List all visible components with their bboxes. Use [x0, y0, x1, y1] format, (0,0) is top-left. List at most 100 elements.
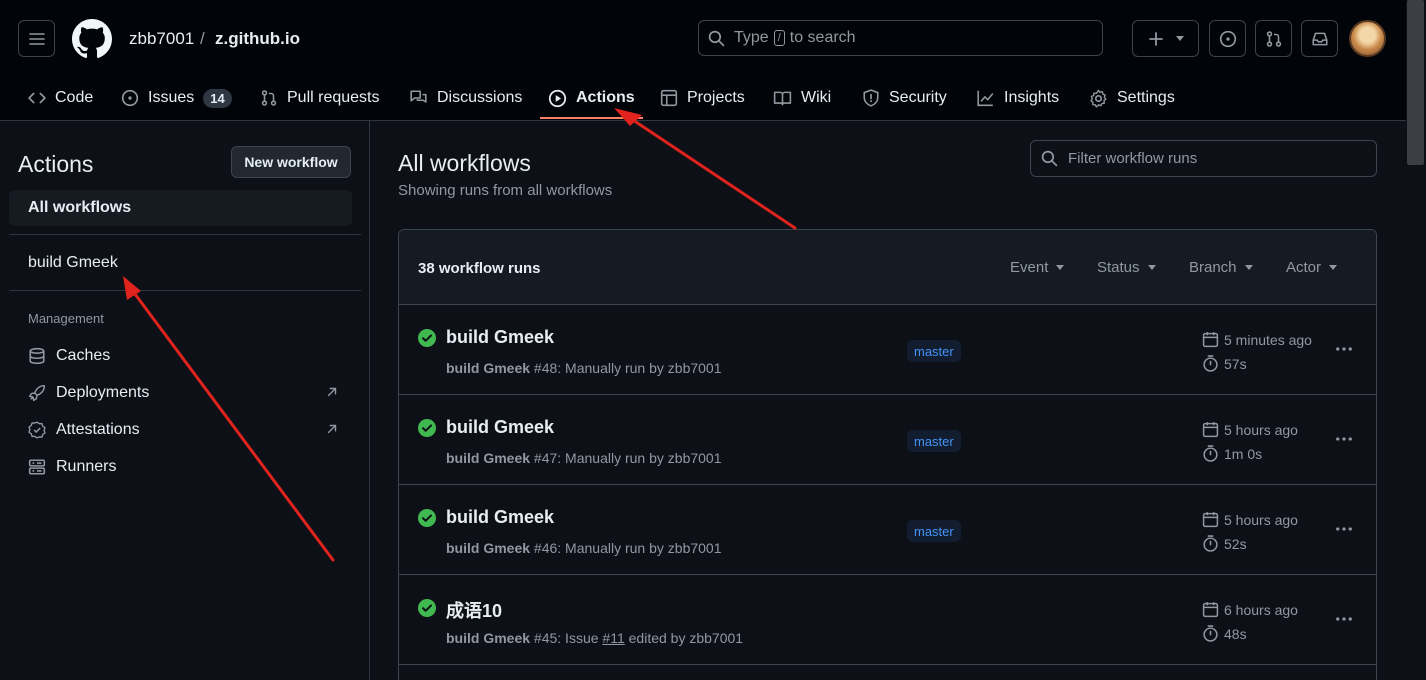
filter-placeholder: Filter workflow runs: [1068, 150, 1198, 167]
dropdown-label: Actor: [1286, 259, 1322, 276]
management-heading: Management: [28, 311, 104, 326]
issue-opened-icon: [121, 89, 139, 107]
tab-insights[interactable]: Insights: [976, 76, 1059, 120]
sidebar-divider: [9, 290, 361, 291]
top-header: zbb7001 / z.github.io Type / to search C…: [0, 0, 1426, 121]
search-suffix: to search: [789, 29, 856, 46]
branch-filter-dropdown[interactable]: Branch: [1189, 259, 1253, 276]
actor-filter-dropdown[interactable]: Actor: [1286, 259, 1338, 276]
sidebar-title: Actions: [18, 151, 94, 177]
run-time-text: 5 minutes ago: [1224, 331, 1312, 348]
run-workflow-name: build Gmeek: [446, 360, 531, 376]
run-title[interactable]: build Gmeek: [446, 507, 554, 528]
branch-badge[interactable]: master: [907, 430, 961, 452]
run-title[interactable]: 成语10: [446, 597, 502, 623]
inbox-icon: [1311, 32, 1328, 45]
kebab-horizontal-icon[interactable]: [1334, 519, 1354, 539]
run-duration: 57s: [1202, 355, 1247, 372]
hamburger-icon: [28, 32, 45, 45]
sidebar-item-label: Caches: [56, 347, 111, 364]
kebab-horizontal-icon[interactable]: [1334, 429, 1354, 449]
github-logo-icon[interactable]: [72, 19, 112, 59]
runs-count: 38 workflow runs: [418, 260, 541, 277]
search-icon: [708, 30, 725, 46]
run-duration: 1m 0s: [1202, 445, 1262, 462]
tab-projects[interactable]: Projects: [660, 76, 745, 120]
tab-wiki[interactable]: Wiki: [773, 76, 831, 120]
book-icon: [773, 91, 792, 106]
run-description: build Gmeek #47: Manually run by zbb7001: [446, 450, 722, 466]
breadcrumb-owner[interactable]: zbb7001: [129, 29, 194, 49]
run-workflow-name: build Gmeek: [446, 450, 531, 466]
repo-tabs: Code Issues 14 Pull requests Discussions…: [0, 76, 1426, 120]
workflow-run-row[interactable]: 成语10 build Gmeek #45: Issue #11 edited b…: [399, 575, 1376, 665]
global-search-input[interactable]: Type / to search: [698, 20, 1103, 56]
branch-badge[interactable]: master: [907, 520, 961, 542]
check-circle-fill-icon: [418, 599, 436, 617]
tab-pull-requests[interactable]: Pull requests: [260, 76, 380, 120]
new-workflow-button[interactable]: New workflow: [231, 146, 351, 178]
comment-discussion-icon: [410, 90, 427, 103]
check-circle-fill-icon: [418, 419, 436, 437]
workflow-run-row[interactable]: build Gmeek build Gmeek #47: Manually ru…: [399, 395, 1376, 485]
stopwatch-icon: [1203, 355, 1218, 372]
run-duration-text: 57s: [1224, 355, 1247, 372]
annotation-arrow-actions-tab: [614, 108, 797, 230]
create-new-button[interactable]: [1132, 20, 1199, 57]
sidebar-item-runners[interactable]: Runners: [28, 452, 343, 482]
run-workflow-name: build Gmeek: [446, 630, 531, 646]
search-prefix: Type: [734, 29, 769, 46]
shield-icon: [863, 89, 879, 107]
tab-security[interactable]: Security: [862, 76, 947, 120]
sidebar-item-attestations[interactable]: Attestations: [28, 415, 343, 445]
run-time: 5 hours ago: [1202, 511, 1298, 528]
run-duration: 52s: [1202, 535, 1247, 552]
tab-actions[interactable]: Actions: [548, 76, 635, 120]
stopwatch-icon: [1203, 535, 1218, 552]
sidebar-item-build-gmeek[interactable]: build Gmeek: [9, 245, 352, 281]
run-duration-text: 52s: [1224, 535, 1247, 552]
pull-requests-button[interactable]: [1255, 20, 1292, 57]
page-scrollbar-thumb[interactable]: [1407, 0, 1424, 165]
sidebar-item-deployments[interactable]: Deployments: [28, 378, 343, 408]
tab-discussions[interactable]: Discussions: [409, 76, 522, 120]
inbox-button[interactable]: [1301, 20, 1338, 57]
calendar-icon: [1202, 602, 1219, 618]
run-time: 5 hours ago: [1202, 421, 1298, 438]
filter-runs-input[interactable]: Filter workflow runs: [1030, 140, 1377, 177]
workflow-run-row[interactable]: build Gmeek build Gmeek #48: Manually ru…: [399, 305, 1376, 395]
run-time: 6 hours ago: [1202, 601, 1298, 618]
git-pull-request-icon: [1266, 30, 1281, 47]
workflow-run-row[interactable]: build Gmeek build Gmeek #46: Manually ru…: [399, 485, 1376, 575]
kebab-horizontal-icon[interactable]: [1334, 339, 1354, 359]
run-title[interactable]: build Gmeek: [446, 327, 554, 348]
runs-list-header: 38 workflow runs Event Status Branch Act…: [399, 230, 1376, 305]
branch-badge[interactable]: master: [907, 340, 961, 362]
tab-settings[interactable]: Settings: [1089, 76, 1175, 120]
chevron-down-icon: [1056, 265, 1065, 270]
breadcrumb-repo[interactable]: z.github.io: [215, 29, 300, 49]
run-detail: #45: Issue: [533, 630, 599, 646]
run-description: build Gmeek #48: Manually run by zbb7001: [446, 360, 722, 376]
status-filter-dropdown[interactable]: Status: [1097, 259, 1156, 276]
graph-icon: [977, 90, 994, 107]
gear-icon: [1090, 89, 1107, 108]
user-avatar[interactable]: [1349, 20, 1386, 57]
run-time-text: 5 hours ago: [1224, 511, 1298, 528]
page-title: All workflows: [398, 150, 531, 176]
kebab-horizontal-icon[interactable]: [1334, 609, 1354, 629]
issue-link[interactable]: #11: [602, 630, 624, 646]
calendar-icon: [1202, 422, 1219, 438]
sidebar-item-caches[interactable]: Caches: [28, 341, 343, 371]
issues-button[interactable]: [1209, 20, 1246, 57]
verified-icon: [28, 421, 46, 439]
event-filter-dropdown[interactable]: Event: [1010, 259, 1065, 276]
tab-issues[interactable]: Issues 14: [121, 76, 232, 120]
run-title[interactable]: build Gmeek: [446, 417, 554, 438]
check-circle-fill-icon: [418, 509, 436, 527]
tab-code[interactable]: Code: [28, 76, 93, 120]
issue-opened-icon: [1219, 30, 1236, 47]
sidebar-item-all-workflows[interactable]: All workflows: [9, 190, 352, 226]
menu-button[interactable]: [18, 20, 55, 57]
run-description: build Gmeek #45: Issue #11 edited by zbb…: [446, 630, 743, 646]
